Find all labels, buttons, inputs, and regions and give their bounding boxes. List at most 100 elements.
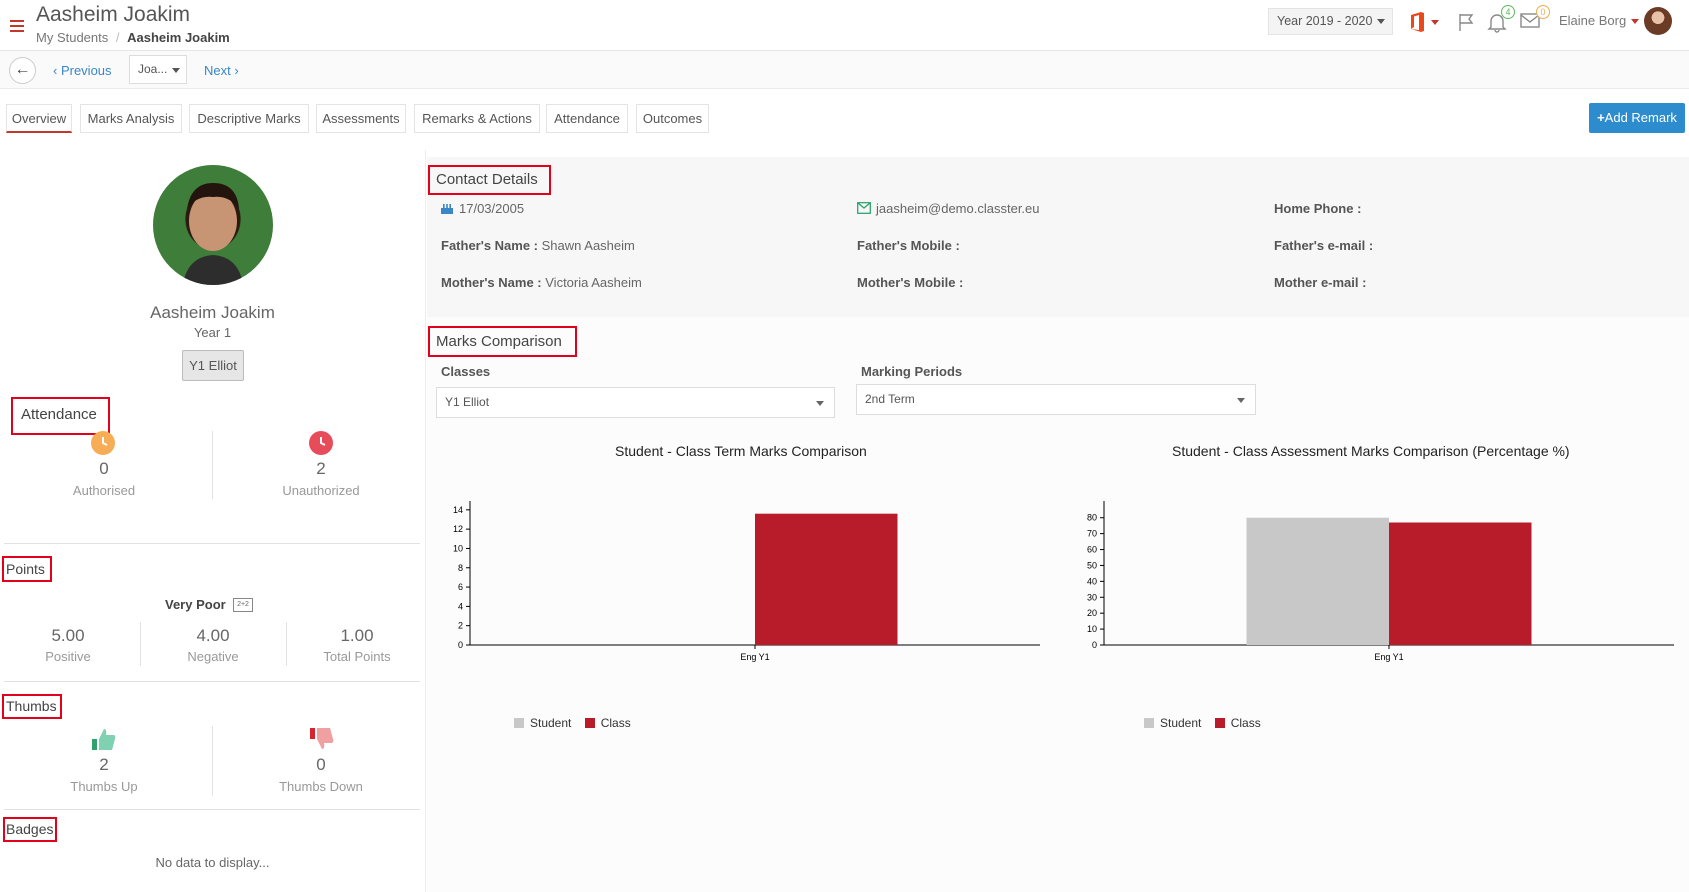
- fathers-name-label: Father's Name :: [441, 238, 539, 253]
- mothers-name-value: Victoria Aasheim: [545, 275, 642, 290]
- unauthorized-count: 2: [316, 459, 326, 478]
- x-tick-label: Eng Y1: [740, 652, 769, 662]
- legend-label: Student: [530, 716, 572, 730]
- envelope-icon: [857, 202, 871, 217]
- messages-count: 0: [1536, 5, 1550, 19]
- badges-empty-text: No data to display...: [155, 855, 270, 870]
- bar-class[interactable]: [1389, 522, 1532, 646]
- fathers-name-value: Shawn Aasheim: [541, 238, 635, 253]
- legend-label: Class: [600, 716, 631, 730]
- home-phone-label: Home Phone :: [1274, 201, 1362, 216]
- authorised-label: Authorised: [72, 483, 136, 498]
- class-swatch: [1214, 718, 1225, 728]
- y-tick-label: 80: [1087, 513, 1097, 523]
- classes-label: Classes: [441, 364, 491, 379]
- total-points-value: 1.00: [340, 626, 374, 645]
- office-icon[interactable]: [1409, 11, 1443, 36]
- y-tick-label: 50: [1087, 560, 1097, 570]
- next-label: Next: [204, 63, 231, 78]
- tab-outcomes[interactable]: Outcomes: [636, 104, 709, 133]
- next-link[interactable]: Next ›: [204, 63, 239, 78]
- tab-attendance[interactable]: Attendance: [546, 104, 628, 133]
- positive-value: 5.00: [51, 626, 85, 645]
- assessment-marks-chart: 0 10 20 30 40 50 60 70 80 Eng Y1: [1087, 501, 1674, 662]
- mothers-email-label: Mother e-mail :: [1274, 275, 1367, 290]
- fathers-name: Father's Name : Shawn Aasheim: [441, 238, 635, 253]
- user-menu[interactable]: Elaine Borg: [1559, 13, 1640, 28]
- student-name: Aasheim Joakim: [150, 303, 275, 322]
- arrow-left-icon: ←: [14, 61, 31, 78]
- tab-marks-analysis[interactable]: Marks Analysis: [80, 104, 182, 133]
- tab-overview[interactable]: Overview: [6, 104, 72, 133]
- back-button[interactable]: ←: [9, 57, 36, 84]
- mail-icon[interactable]: 0: [1520, 5, 1550, 32]
- chevron-down-icon: [1631, 19, 1640, 25]
- legend-item-student[interactable]: Student: [514, 716, 571, 730]
- thumbs-down-count: 0: [316, 755, 326, 774]
- chart2-legend: Student Class: [1144, 716, 1261, 730]
- breadcrumb-my-students[interactable]: My Students: [36, 30, 108, 45]
- y-tick-label: 60: [1087, 545, 1097, 555]
- tab-descriptive-marks[interactable]: Descriptive Marks: [189, 104, 309, 133]
- mothers-mobile-label: Mother's Mobile :: [857, 275, 964, 290]
- scoreboard-icon: 2+2: [233, 598, 253, 612]
- classes-select-value: Y1 Elliot: [445, 395, 490, 409]
- home-phone: Home Phone :: [1274, 201, 1361, 216]
- breadcrumb: My Students / Aasheim Joakim: [36, 30, 230, 45]
- fathers-mobile-label: Father's Mobile :: [857, 238, 960, 253]
- authorised-count: 0: [99, 459, 109, 478]
- marking-periods-label: Marking Periods: [861, 364, 963, 379]
- marking-periods-select[interactable]: 2nd Term: [856, 384, 1256, 415]
- add-remark-button[interactable]: +Add Remark: [1589, 103, 1685, 133]
- classes-select[interactable]: Y1 Elliot: [436, 387, 835, 418]
- plus-icon: +: [1597, 110, 1605, 125]
- x-tick-label: Eng Y1: [1374, 652, 1403, 662]
- bar-student[interactable]: [1246, 517, 1390, 645]
- year-select[interactable]: Year 2019 - 2020: [1268, 8, 1393, 35]
- page-title: Aasheim Joakim: [36, 3, 191, 26]
- student-select[interactable]: Joa...: [129, 55, 187, 84]
- avatar[interactable]: [1644, 7, 1672, 35]
- class-chip[interactable]: Y1 Elliot: [182, 350, 244, 381]
- breadcrumb-current: Aasheim Joakim: [127, 30, 230, 45]
- y-tick-label: 2: [458, 621, 463, 631]
- y-tick-label: 0: [458, 640, 463, 650]
- previous-link[interactable]: ‹ Previous: [53, 63, 112, 78]
- y-tick-label: 20: [1087, 608, 1097, 618]
- marking-periods-select-value: 2nd Term: [865, 392, 915, 406]
- chevron-right-icon: ›: [230, 63, 239, 78]
- panel-divider: [425, 150, 426, 892]
- class-swatch: [584, 718, 595, 728]
- chart1-legend: Student Class: [514, 716, 631, 730]
- flag-icon[interactable]: [1457, 12, 1477, 35]
- y-tick-label: 30: [1087, 592, 1097, 602]
- thumbs-down-icon: [309, 726, 335, 755]
- tab-remarks-actions[interactable]: Remarks & Actions: [414, 104, 540, 133]
- bell-icon[interactable]: 4: [1487, 5, 1515, 36]
- student-navigation: ← ‹ Previous Joa... Next ›: [0, 51, 1689, 89]
- tab-assessments[interactable]: Assessments: [316, 104, 406, 133]
- fathers-email-label: Father's e-mail :: [1274, 238, 1374, 253]
- y-tick-label: 10: [453, 543, 463, 553]
- mothers-email: Mother e-mail :: [1274, 275, 1366, 290]
- legend-item-class[interactable]: Class: [1214, 716, 1261, 730]
- clock-icon: [309, 431, 333, 455]
- divider: [4, 809, 420, 810]
- negative-value: 4.00: [196, 626, 230, 645]
- legend-item-student[interactable]: Student: [1144, 716, 1201, 730]
- contact-details-title: Contact Details: [436, 171, 538, 188]
- unauthorized-label: Unauthorized: [282, 483, 360, 498]
- student-email[interactable]: jaasheim@demo.classter.eu: [876, 201, 1040, 216]
- thumbs-up-icon: [91, 726, 117, 755]
- legend-item-class[interactable]: Class: [584, 716, 631, 730]
- student-swatch: [514, 718, 524, 728]
- divider: [140, 622, 141, 666]
- hamburger-menu-icon[interactable]: [10, 20, 24, 32]
- y-tick-label: 40: [1087, 576, 1097, 586]
- bar-class[interactable]: [755, 513, 898, 645]
- divider: [4, 681, 420, 682]
- points-title: Points: [6, 561, 45, 577]
- marks-comparison-title: Marks Comparison: [436, 333, 562, 350]
- y-tick-label: 6: [458, 582, 463, 592]
- badges-title: Badges: [6, 821, 54, 837]
